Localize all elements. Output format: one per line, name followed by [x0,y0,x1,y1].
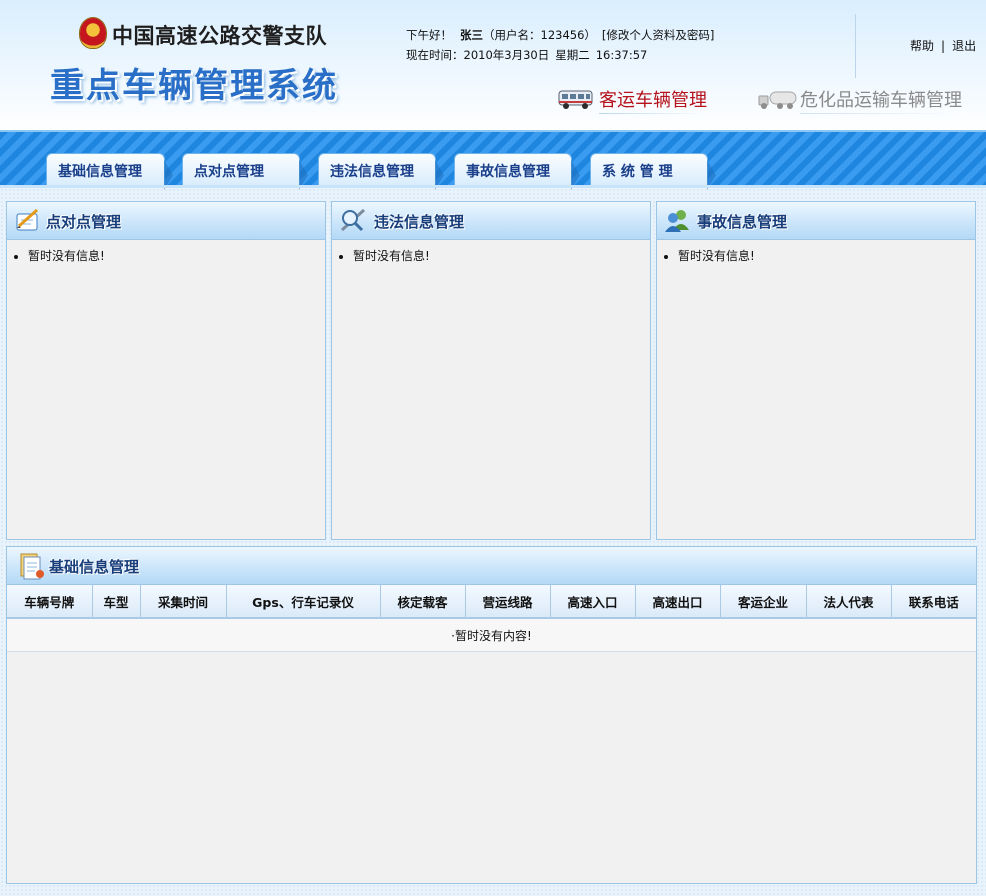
tab-basic-info[interactable]: 基础信息管理 [46,153,173,190]
column-header-gps-recorder[interactable]: Gps、行车记录仪 [226,585,381,619]
magnifier-pencil-icon [340,208,366,232]
panel-body: 暂时没有信息! [657,240,975,264]
main-nav: 基础信息管理 点对点管理 违法信息管理 事故信息管理 系 统 管 理 [0,130,986,190]
column-header-legal-representative[interactable]: 法人代表 [806,585,892,619]
table-row: ·暂时没有内容! [7,618,976,652]
tanker-truck-icon [758,91,797,109]
column-header-transport-company[interactable]: 客运企业 [720,585,807,619]
users-group-icon [665,210,689,232]
header: 中国高速公路交警支队 重点车辆管理系统 下午好！ 张三（用户名：123456） [修… [0,0,986,132]
basic-info-panel: 基础信息管理 车辆号牌 车型 采集时间 Gps、行车记录仪 核定载客 营运线路 … [6,546,977,884]
column-header-highway-entrance[interactable]: 高速入口 [550,585,636,619]
notepad-pencil-icon [16,208,38,231]
greeting-text: 下午好！ [406,28,452,42]
column-header-route[interactable]: 营运线路 [465,585,551,619]
police-emblem-icon [80,18,106,48]
system-title: 重点车辆管理系统 [50,66,338,106]
hazard-module-label: 危化品运输车辆管理 [800,90,962,111]
panel-header: 基础信息管理 [7,547,976,585]
nav-bottom-line [0,185,986,188]
column-header-highway-exit[interactable]: 高速出口 [635,585,721,619]
panel-header: 事故信息管理 [657,202,975,240]
current-time: 16:37:57 [595,48,648,62]
violation-info-panel: 违法信息管理 暂时没有信息! [331,201,651,540]
column-header-vehicle-type[interactable]: 车型 [92,585,141,619]
panel-title: 点对点管理 [46,213,122,231]
point-to-point-panel: 点对点管理 暂时没有信息! [6,201,326,540]
column-header-passenger-capacity[interactable]: 核定载客 [380,585,466,619]
hazard-module-underline [800,113,972,114]
panel-title: 违法信息管理 [374,213,465,231]
panel-header: 点对点管理 [7,202,325,240]
tab-accident-info[interactable]: 事故信息管理 [454,153,580,190]
edit-profile-link[interactable]: [修改个人资料及密码] [602,28,714,42]
empty-table-message: ·暂时没有内容! [7,618,976,652]
panel-message: 暂时没有信息! [678,248,975,264]
passenger-vehicle-module-button[interactable]: 客运车辆管理 [558,86,718,114]
column-header-plate[interactable]: 车辆号牌 [7,585,93,619]
panel-body: 暂时没有信息! [332,240,650,264]
hazard-vehicle-module-button[interactable]: 危化品运输车辆管理 [758,86,978,114]
user-name: 张三 [460,28,483,42]
column-header-contact-phone[interactable]: 联系电话 [891,585,976,619]
panel-header: 违法信息管理 [332,202,650,240]
passenger-module-label: 客运车辆管理 [599,90,707,111]
basic-info-table: 车辆号牌 车型 采集时间 Gps、行车记录仪 核定载客 营运线路 高速入口 高速… [7,585,976,652]
tab-system-management[interactable]: 系 统 管 理 [590,153,716,190]
current-date: 2010年3月30日 [463,48,550,62]
passenger-module-underline [599,113,714,114]
current-weekday: 星期二 [555,48,590,62]
time-line: 现在时间：2010年3月30日 星期二 16:37:57 [406,47,653,63]
top-links: 帮助 | 退出 [910,37,976,54]
user-id: （用户名：123456） [483,28,596,42]
table-header-row: 车辆号牌 车型 采集时间 Gps、行车记录仪 核定载客 营运线路 高速入口 高速… [7,585,976,619]
time-label: 现在时间： [406,48,464,62]
tab-point-to-point[interactable]: 点对点管理 [182,153,308,190]
panel-message: 暂时没有信息! [28,248,325,264]
panel-title: 事故信息管理 [697,213,788,231]
bus-icon [558,90,593,109]
logout-link[interactable]: 退出 [952,39,976,53]
column-header-collect-time[interactable]: 采集时间 [140,585,227,619]
document-stack-icon [20,553,44,580]
accident-info-panel: 事故信息管理 暂时没有信息! [656,201,976,540]
header-divider [855,14,856,78]
tab-violation-info[interactable]: 违法信息管理 [318,153,444,190]
panel-body: 暂时没有信息! [7,240,325,264]
org-name: 中国高速公路交警支队 [112,24,327,48]
link-separator: | [941,39,946,53]
help-link[interactable]: 帮助 [910,39,934,53]
panel-title: 基础信息管理 [49,558,140,576]
panel-message: 暂时没有信息! [353,248,650,264]
greeting-line: 下午好！ 张三（用户名：123456） [修改个人资料及密码] [406,27,714,43]
